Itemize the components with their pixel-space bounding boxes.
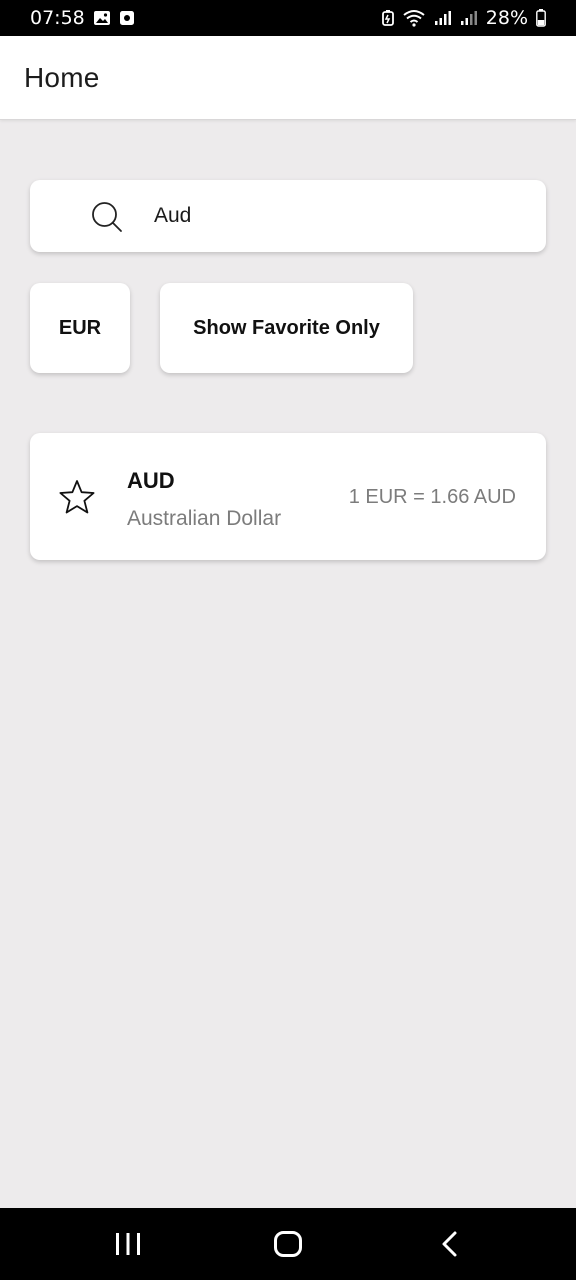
page-title: Home — [24, 61, 100, 93]
app-bar: Home — [0, 36, 576, 120]
system-nav-bar — [0, 1208, 576, 1280]
search-input[interactable] — [154, 180, 534, 252]
base-currency-button[interactable]: EUR — [30, 283, 130, 373]
battery-percentage: 28% — [485, 7, 528, 29]
show-favorite-only-button[interactable]: Show Favorite Only — [160, 283, 413, 373]
star-outline-icon[interactable] — [58, 479, 96, 515]
status-time: 07:58 — [30, 7, 85, 29]
gallery-icon — [93, 10, 111, 26]
notification-icon — [119, 10, 135, 26]
wifi-icon — [402, 9, 426, 27]
currency-code: AUD — [127, 468, 175, 493]
search-box[interactable] — [30, 180, 546, 252]
signal-icon — [460, 10, 478, 26]
exchange-rate: 1 EUR = 1.66 AUD — [348, 486, 516, 508]
currency-name: Australian Dollar — [127, 507, 282, 530]
home-icon[interactable] — [268, 1228, 308, 1260]
battery-icon — [536, 9, 546, 27]
battery-saver-icon — [381, 10, 394, 26]
recents-icon[interactable] — [108, 1228, 148, 1260]
signal-icon — [434, 10, 452, 26]
back-icon[interactable] — [430, 1228, 470, 1260]
currency-card[interactable]: AUD Australian Dollar 1 EUR = 1.66 AUD — [30, 433, 546, 560]
status-bar: 07:58 28% — [0, 0, 576, 36]
search-icon — [90, 200, 124, 234]
